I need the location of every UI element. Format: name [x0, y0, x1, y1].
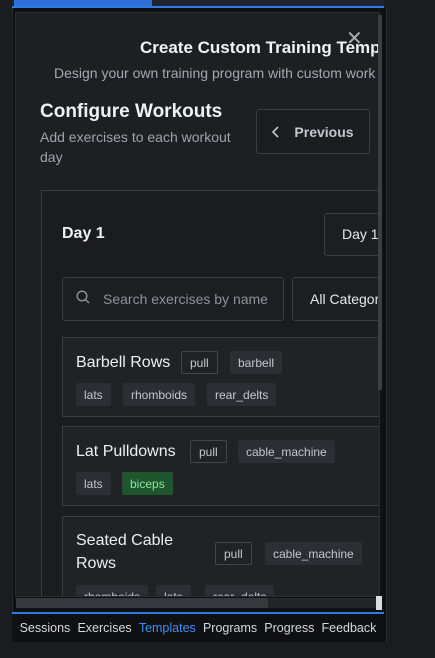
exercise-name: Lat Pulldowns	[76, 443, 176, 460]
exercise-type-tag: pull	[190, 440, 227, 463]
modal-title: Create Custom Training Temp	[140, 38, 380, 57]
muscle-tag: rear_delts	[205, 585, 275, 596]
muscle-tag: lats	[156, 585, 191, 596]
nav-item-programs[interactable]: Programs	[203, 621, 257, 635]
muscle-tag-highlighted: biceps	[122, 472, 173, 495]
nav-item-templates[interactable]: Templates	[139, 621, 196, 635]
exercise-name: Barbell Rows	[76, 354, 171, 371]
muscle-tag: lats	[76, 472, 111, 495]
muscle-tag: lats	[76, 383, 111, 406]
exercise-search	[62, 277, 284, 321]
exercise-card[interactable]: Barbell Rows pull barbell lats rhomboids…	[62, 337, 379, 417]
create-template-modal: ✕ Create Custom Training Temp Design you…	[15, 12, 380, 597]
top-tab-strip	[12, 0, 384, 8]
bottom-navigation: Sessions Exercises Templates Programs Pr…	[12, 612, 384, 642]
exercise-type-tag: pull	[181, 351, 218, 374]
previous-button-label: Previous	[294, 123, 354, 140]
chevron-left-icon	[272, 125, 279, 138]
outer-background	[387, 0, 435, 658]
day-select[interactable]: Day 1	[324, 213, 379, 256]
section-title: Configure Workouts	[40, 101, 223, 122]
equipment-tag: cable_machine	[265, 542, 362, 565]
nav-item-exercises[interactable]: Exercises	[77, 621, 131, 635]
search-icon	[76, 290, 90, 304]
horizontal-scrollbar[interactable]	[16, 598, 268, 608]
equipment-tag: cable_machine	[238, 440, 335, 463]
category-select[interactable]: All Categories	[292, 277, 379, 321]
section-description: Add exercises to each workout day	[40, 129, 231, 165]
active-top-tab[interactable]	[14, 0, 152, 6]
vertical-scrollbar[interactable]	[378, 15, 382, 390]
day-label: Day 1	[62, 225, 105, 242]
equipment-tag: barbell	[230, 351, 283, 374]
modal-subtitle: Design your own training program with cu…	[54, 65, 376, 81]
nav-item-sessions[interactable]: Sessions	[20, 621, 71, 635]
nav-item-progress[interactable]: Progress	[264, 621, 314, 635]
exercise-card[interactable]: Seated Cable Rows pull cable_machine rho…	[62, 516, 379, 596]
exercise-type-tag: pull	[215, 542, 252, 565]
previous-button[interactable]: Previous	[256, 109, 370, 154]
muscle-tag: rear_delts	[207, 383, 277, 406]
scroll-end-marker	[376, 596, 382, 610]
nav-item-feedback[interactable]: Feedback	[321, 621, 376, 635]
muscle-tag: rhomboids	[76, 585, 149, 596]
exercise-card[interactable]: Lat Pulldowns pull cable_machine lats bi…	[62, 426, 379, 506]
exercise-name: Seated Cable Rows	[76, 532, 173, 572]
search-input[interactable]	[103, 278, 273, 320]
workout-day-card: Day 1 Day 1 All Categories Barbell Rows …	[41, 190, 379, 596]
muscle-tag: rhomboids	[123, 383, 196, 406]
